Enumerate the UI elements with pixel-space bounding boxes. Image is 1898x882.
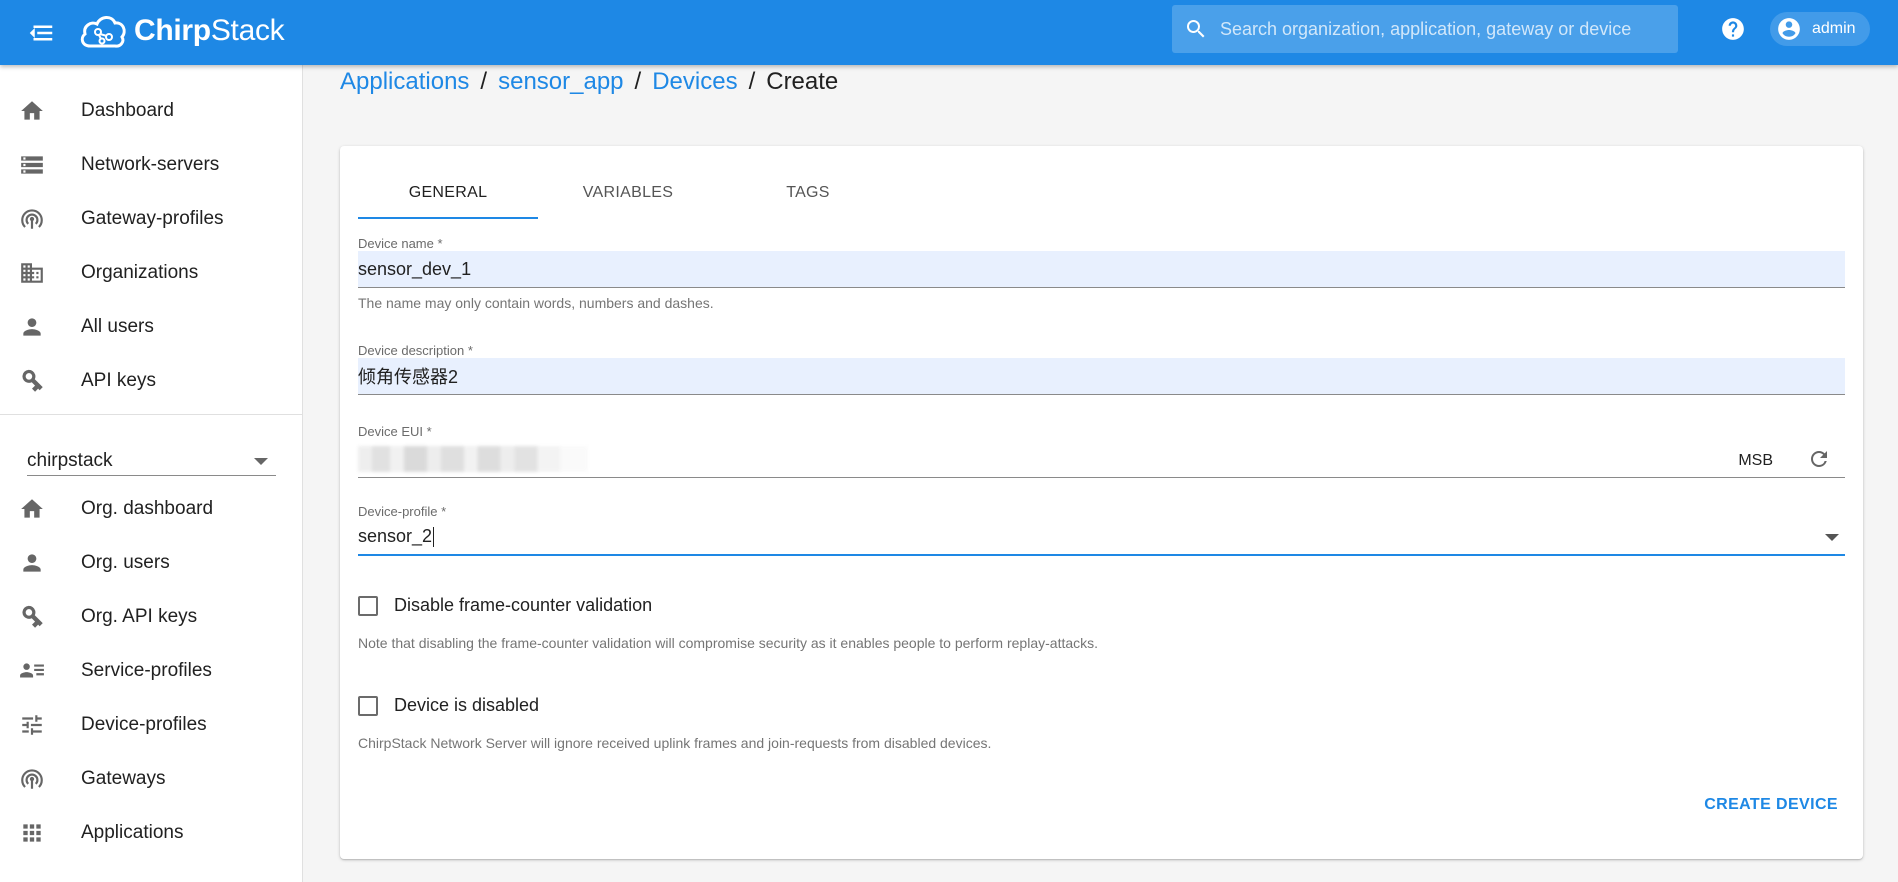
form-tabs: GENERAL VARIABLES TAGS [358, 168, 898, 219]
chevron-down-icon [254, 458, 268, 465]
user-icon [23, 318, 41, 336]
device-name-label: Device name * [358, 236, 443, 251]
sidebar-item-label: Dashboard [81, 100, 174, 121]
servers-icon [21, 156, 43, 174]
tab-general[interactable]: GENERAL [358, 168, 538, 219]
sidebar-item-label: All users [81, 316, 154, 337]
disable-fcnt-label: Disable frame-counter validation [394, 595, 653, 615]
sidebar-item-all-users[interactable]: All users [0, 300, 302, 354]
app-name: ChirpStack [134, 14, 285, 47]
byte-order-toggle[interactable]: MSB [1738, 452, 1773, 470]
page-title: Create [766, 68, 839, 95]
sidebar-item-label: Gateways [81, 768, 166, 789]
breadcrumb-devices-link[interactable]: Devices [652, 68, 737, 96]
sidebar-item-network-servers[interactable]: Network-servers [0, 138, 302, 192]
key-icon [22, 369, 43, 392]
breadcrumb-separator: / [748, 68, 756, 95]
breadcrumb: Applications / sensor_app / Devices / Cr… [340, 68, 838, 96]
sidebar-item-label: Organizations [81, 262, 199, 283]
breadcrumb-separator: / [634, 68, 642, 95]
device-description-label: Device description * [358, 343, 473, 358]
disable-fcnt-checkbox[interactable] [358, 595, 378, 616]
device-name-helper: The name may only contain words, numbers… [358, 295, 714, 311]
device-disabled-label: Device is disabled [394, 695, 540, 715]
sidebar-divider [0, 414, 302, 415]
global-search[interactable] [1172, 5, 1678, 53]
user-icon [23, 554, 41, 572]
broadcast-icon [21, 769, 43, 789]
device-form-card: GENERAL VARIABLES TAGS Device name * sen… [340, 146, 1863, 859]
sidebar-item-label: Device-profiles [81, 714, 207, 735]
sidebar-item-label: Gateway-profiles [81, 208, 224, 229]
organization-select[interactable]: chirpstack [27, 430, 276, 476]
device-eui-input[interactable] [358, 441, 1845, 478]
text-cursor [433, 526, 435, 547]
sidebar-item-api-keys[interactable]: API keys [0, 354, 302, 408]
sidebar-item-label: Service-profiles [81, 660, 212, 681]
account-details-icon [20, 663, 44, 678]
domain-icon [21, 263, 43, 283]
key-icon [22, 605, 43, 628]
refresh-icon[interactable] [1807, 447, 1831, 471]
home-icon [21, 499, 43, 518]
breadcrumb-applications-link[interactable]: Applications [340, 68, 469, 96]
search-icon [1187, 20, 1205, 38]
tab-tags[interactable]: TAGS [718, 168, 898, 218]
sidebar-item-label: Org. API keys [81, 606, 198, 627]
sidebar-item-label: Org. users [81, 552, 170, 573]
tab-variables[interactable]: VARIABLES [538, 168, 718, 218]
sidebar-item-gateway-profiles[interactable]: Gateway-profiles [0, 192, 302, 246]
device-profile-select[interactable]: sensor_2 [358, 519, 1845, 556]
apps-icon [23, 824, 41, 842]
broadcast-icon [21, 209, 43, 229]
device-eui-field: Device EUI * MSB [358, 424, 1845, 480]
chirpstack-logo[interactable]: ChirpStack [78, 6, 285, 56]
sidebar-item-dashboard[interactable]: Dashboard [0, 84, 302, 138]
sidebar-item-service-profiles[interactable]: Service-profiles [0, 644, 302, 698]
device-name-input[interactable]: sensor_dev_1 [358, 251, 1845, 288]
device-description-input[interactable]: 倾角传感器2 [358, 358, 1845, 395]
sidebar-item-device-profiles[interactable]: Device-profiles [0, 698, 302, 752]
tune-icon [22, 715, 42, 735]
chevron-down-icon [1825, 534, 1839, 541]
device-disabled-note: ChirpStack Network Server will ignore re… [358, 735, 992, 751]
search-input[interactable] [1220, 18, 1660, 40]
user-menu-button[interactable]: admin [1770, 12, 1870, 46]
home-icon [21, 101, 43, 120]
menu-collapse-icon[interactable] [26, 18, 56, 48]
sidebar-item-org-users[interactable]: Org. users [0, 536, 302, 590]
device-disabled-checkbox-row[interactable]: Device is disabled [358, 695, 539, 716]
sidebar-item-applications[interactable]: Applications [0, 806, 302, 860]
sidebar-item-label: Network-servers [81, 154, 220, 175]
user-name: admin [1812, 20, 1856, 37]
cloud-logo-icon [80, 16, 126, 48]
sidebar-item-gateways[interactable]: Gateways [0, 752, 302, 806]
help-icon[interactable] [1720, 16, 1746, 42]
sidebar-item-label: API keys [81, 370, 156, 391]
create-device-button[interactable]: CREATE DEVICE [1704, 796, 1838, 814]
device-eui-label: Device EUI * [358, 424, 432, 439]
device-profile-label: Device-profile * [358, 504, 447, 519]
sidebar-item-org-api-keys[interactable]: Org. API keys [0, 590, 302, 644]
sidebar: Dashboard Network-servers Gateway-profil… [0, 65, 303, 882]
app-bar: ChirpStack admin [0, 0, 1898, 65]
account-circle-icon [1778, 18, 1800, 40]
device-disabled-checkbox[interactable] [358, 695, 378, 716]
sidebar-item-label: Applications [81, 822, 184, 843]
organization-select-value: chirpstack [27, 450, 113, 471]
disable-fcnt-checkbox-row[interactable]: Disable frame-counter validation [358, 595, 652, 616]
sidebar-item-label: Org. dashboard [81, 498, 214, 519]
sidebar-item-organizations[interactable]: Organizations [0, 246, 302, 300]
breadcrumb-separator: / [480, 68, 488, 95]
disable-fcnt-note: Note that disabling the frame-counter va… [358, 635, 1099, 651]
redacted-eui-value [358, 446, 588, 472]
sidebar-item-org-dashboard[interactable]: Org. dashboard [0, 482, 302, 536]
breadcrumb-application-link[interactable]: sensor_app [498, 68, 623, 96]
